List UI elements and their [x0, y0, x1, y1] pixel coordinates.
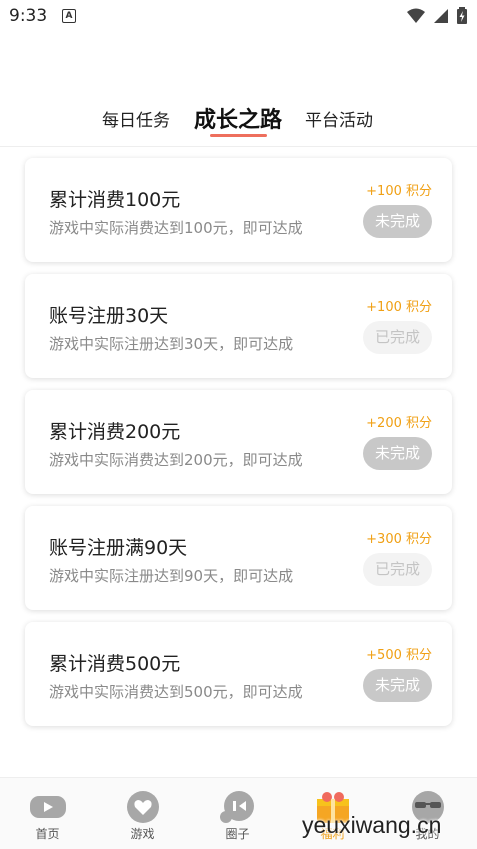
task-points: +100 积分 — [366, 300, 432, 315]
task-description: 游戏中实际注册达到90天，即可达成 — [49, 567, 294, 585]
nav-games-label: 游戏 — [130, 827, 155, 841]
task-description: 游戏中实际消费达到100元，即可达成 — [49, 219, 303, 237]
task-status-button[interactable]: 已完成 — [363, 321, 432, 354]
task-points: +100 积分 — [366, 184, 432, 199]
task-title: 账号注册30天 — [49, 305, 169, 327]
nav-games[interactable]: 游戏 — [95, 778, 190, 849]
gamepad-icon — [30, 796, 66, 818]
nav-circle[interactable]: 圈子 — [190, 778, 285, 849]
battery-icon — [457, 7, 467, 24]
nav-home[interactable]: 首页 — [0, 778, 95, 849]
task-title: 累计消费100元 — [49, 189, 181, 211]
wifi-icon — [407, 8, 425, 23]
task-card: 账号注册满90天 游戏中实际注册达到90天，即可达成 +300 积分 已完成 — [25, 506, 452, 610]
status-time: 9:33 — [9, 6, 48, 26]
signal-icon — [434, 8, 448, 23]
status-bar: 9:33 A — [0, 0, 477, 34]
tab-growth-path[interactable]: 成长之路 — [194, 102, 282, 134]
heart-chat-icon — [127, 791, 159, 823]
tab-platform-events[interactable]: 平台活动 — [305, 106, 373, 131]
task-title: 累计消费200元 — [49, 421, 181, 443]
nav-circle-label: 圈子 — [225, 827, 250, 841]
task-title: 账号注册满90天 — [49, 537, 188, 559]
nav-home-label: 首页 — [35, 827, 60, 841]
task-card: 累计消费200元 游戏中实际消费达到200元，即可达成 +200 积分 未完成 — [25, 390, 452, 494]
tabs-divider — [0, 146, 477, 147]
task-status-button[interactable]: 未完成 — [363, 437, 432, 470]
task-status-button[interactable]: 未完成 — [363, 205, 432, 238]
watermark: yeuxiwang.cn — [302, 812, 442, 838]
task-points: +200 积分 — [366, 416, 432, 431]
task-status-button[interactable]: 未完成 — [363, 669, 432, 702]
task-description: 游戏中实际消费达到500元，即可达成 — [49, 683, 303, 701]
active-tab-indicator — [210, 134, 267, 137]
task-description: 游戏中实际消费达到200元，即可达成 — [49, 451, 303, 469]
status-indicators — [407, 7, 467, 24]
task-card: 累计消费500元 游戏中实际消费达到500元，即可达成 +500 积分 未完成 — [25, 622, 452, 726]
task-points: +300 积分 — [366, 532, 432, 547]
chat-bubble-icon — [220, 791, 254, 823]
task-title: 累计消费500元 — [49, 653, 181, 675]
tab-daily-tasks[interactable]: 每日任务 — [102, 106, 170, 131]
task-description: 游戏中实际注册达到30天，即可达成 — [49, 335, 294, 353]
task-points: +500 积分 — [366, 648, 432, 663]
task-card: 累计消费100元 游戏中实际消费达到100元，即可达成 +100 积分 未完成 — [25, 158, 452, 262]
notification-a-icon: A — [62, 9, 76, 23]
task-card: 账号注册30天 游戏中实际注册达到30天，即可达成 +100 积分 已完成 — [25, 274, 452, 378]
task-status-button[interactable]: 已完成 — [363, 553, 432, 586]
